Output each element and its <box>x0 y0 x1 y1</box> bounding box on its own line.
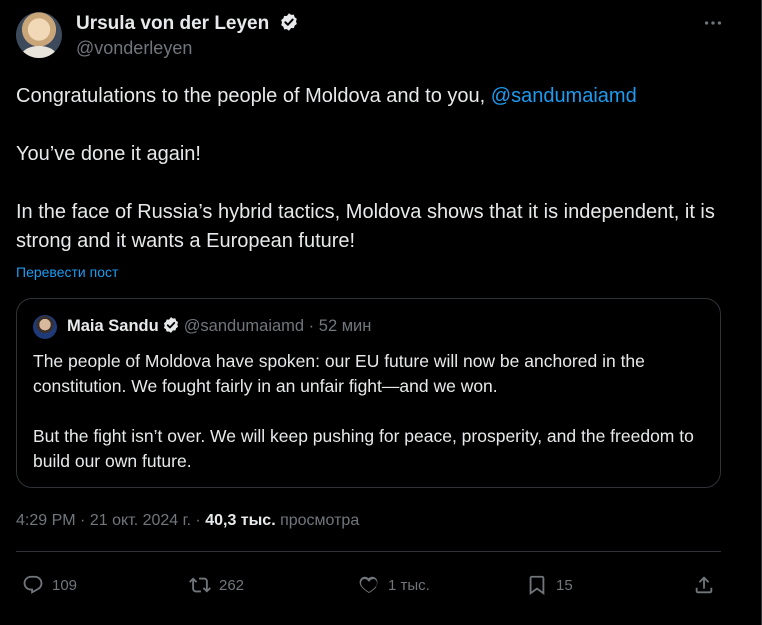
author-name[interactable]: Ursula von der Leyen <box>76 13 269 34</box>
divider <box>16 551 721 552</box>
bookmark-button[interactable]: 15 <box>526 572 573 598</box>
meta-dot: · <box>80 512 86 529</box>
views-label: просмотра <box>280 512 360 529</box>
tweet-line-2: You’ve done it again! <box>16 143 201 165</box>
reply-count: 109 <box>52 576 78 594</box>
quoted-author-name[interactable]: Maia Sandu <box>67 317 159 335</box>
repost-button[interactable]: 262 <box>189 572 244 598</box>
tweet-line-1-text: Congratulations to the people of Moldova… <box>16 85 491 107</box>
quoted-avatar[interactable] <box>33 315 57 339</box>
share-icon <box>695 576 713 594</box>
like-icon <box>359 576 378 594</box>
author-handle[interactable]: @vonderleyen <box>76 38 192 59</box>
author-avatar[interactable] <box>16 12 62 58</box>
quoted-header: Maia Sandu @sandumaiamd · 52 мин <box>67 316 371 336</box>
repost-icon <box>189 577 211 593</box>
repost-count: 262 <box>219 576 245 594</box>
translate-link[interactable]: Перевести пост <box>16 264 118 280</box>
quoted-paragraph-2: But the fight isn’t over. We will keep p… <box>33 426 694 471</box>
bookmark-count: 15 <box>556 576 573 594</box>
like-count: 1 тыс. <box>388 576 430 594</box>
author-name-row: Ursula von der Leyen <box>76 12 299 35</box>
share-button[interactable] <box>693 572 715 598</box>
verified-icon <box>163 317 178 333</box>
post-time[interactable]: 4:29 PM <box>16 512 76 529</box>
post-date[interactable]: 21 окт. 2024 г. <box>90 512 191 529</box>
bookmark-icon <box>529 575 545 596</box>
meta-dot: · <box>195 512 201 529</box>
quoted-handle[interactable]: @sandumaiamd <box>184 317 304 335</box>
reply-icon <box>23 575 43 594</box>
mention-link[interactable]: @sandumaiamd <box>491 85 637 107</box>
tweet-line-1: Congratulations to the people of Moldova… <box>16 82 721 111</box>
tweet-text: Congratulations to the people of Moldova… <box>16 82 721 256</box>
quoted-paragraph-1: The people of Moldova have spoken: our E… <box>33 351 645 396</box>
views-count[interactable]: 40,3 тыс. <box>205 512 275 529</box>
verified-icon <box>280 13 297 31</box>
like-button[interactable]: 1 тыс. <box>358 572 430 598</box>
tweet: Ursula von der Leyen @vonderleyen Congra… <box>0 0 746 625</box>
reply-button[interactable]: 109 <box>22 572 77 598</box>
quoted-tweet[interactable]: Maia Sandu @sandumaiamd · 52 мин The peo… <box>16 298 721 488</box>
quoted-time[interactable]: 52 мин <box>319 317 372 335</box>
quoted-text: The people of Moldova have spoken: our E… <box>33 349 713 474</box>
tweet-meta: 4:29 PM · 21 окт. 2024 г. · 40,3 тыс. пр… <box>16 512 359 530</box>
quoted-separator: · <box>308 317 315 335</box>
more-icon[interactable] <box>702 12 724 34</box>
tweet-line-3: In the face of Russia’s hybrid tactics, … <box>16 201 715 252</box>
